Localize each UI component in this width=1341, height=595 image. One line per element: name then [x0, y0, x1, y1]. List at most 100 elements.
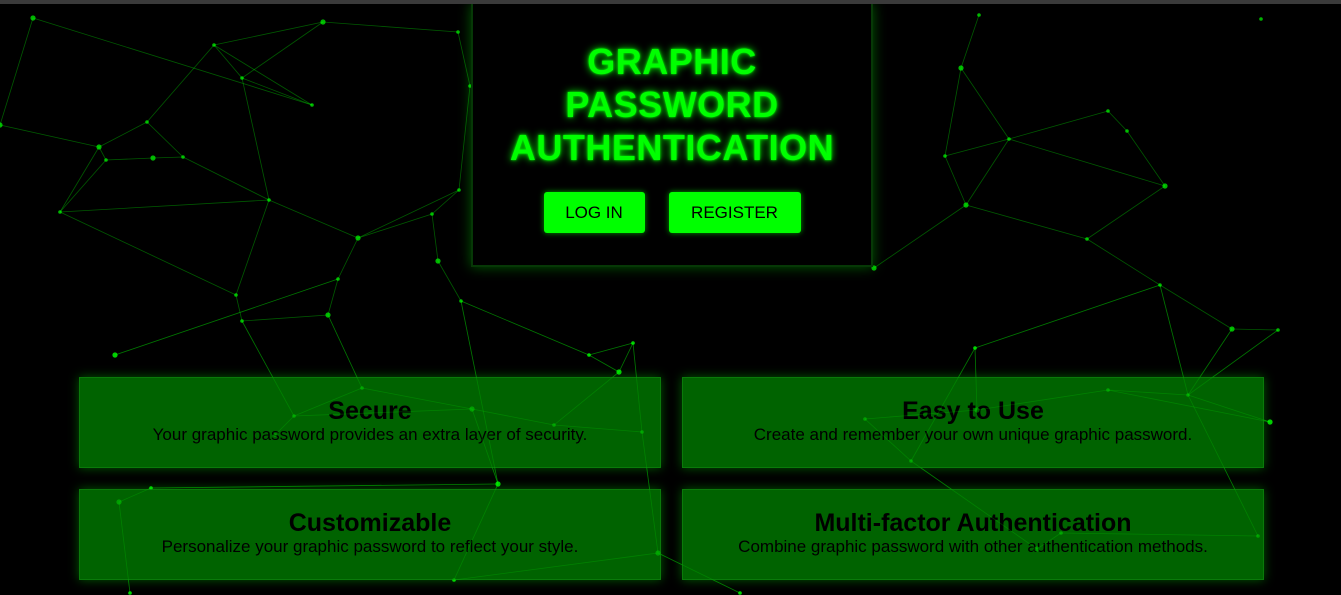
network-link	[873, 204, 967, 269]
network-link	[150, 483, 499, 489]
network-link	[944, 67, 962, 157]
network-link	[1086, 185, 1166, 240]
network-node	[495, 481, 501, 487]
network-node	[96, 144, 102, 150]
feature-title: Easy to Use	[902, 397, 1044, 425]
network-link	[241, 77, 270, 201]
network-node	[30, 15, 36, 21]
register-button[interactable]: REGISTER	[668, 192, 801, 233]
network-link	[965, 204, 1088, 240]
network-node	[240, 319, 244, 323]
network-node	[963, 202, 969, 208]
feature-card-multi-factor: Multi-factor Authentication Combine grap…	[682, 489, 1264, 580]
network-node	[459, 299, 463, 303]
network-node	[1162, 183, 1168, 189]
network-node	[1085, 237, 1089, 241]
network-link	[437, 260, 462, 302]
feature-description: Your graphic password provides an extra …	[152, 425, 588, 444]
network-node	[104, 158, 108, 162]
network-node	[1007, 137, 1011, 141]
network-node	[240, 76, 244, 80]
network-node	[430, 212, 434, 216]
network-link	[960, 14, 980, 69]
page-title: GRAPHIC PASSWORD AUTHENTICATION	[473, 4, 871, 169]
network-link	[1126, 130, 1166, 187]
network-link	[182, 156, 270, 201]
network-link	[944, 155, 967, 206]
network-link	[337, 237, 359, 280]
network-node	[0, 122, 3, 128]
network-link	[235, 294, 243, 322]
feature-card-secure: Secure Your graphic password provides an…	[79, 377, 661, 468]
network-link	[98, 121, 148, 148]
feature-description: Combine graphic password with other auth…	[738, 537, 1208, 556]
network-node	[112, 352, 118, 358]
network-link	[960, 67, 1010, 140]
network-node	[738, 591, 742, 595]
network-link	[1008, 110, 1109, 140]
network-node	[1229, 326, 1235, 332]
network-link	[431, 213, 439, 262]
network-node	[1158, 283, 1162, 287]
network-link	[152, 156, 184, 159]
network-link	[457, 31, 471, 87]
network-link	[235, 199, 270, 296]
network-link	[974, 284, 1161, 349]
network-link	[431, 189, 460, 215]
network-link	[213, 44, 313, 106]
network-link	[322, 21, 459, 33]
network-link	[32, 17, 313, 106]
network-link	[59, 199, 270, 213]
network-node	[1276, 328, 1280, 332]
feature-description: Personalize your graphic password to ref…	[161, 537, 579, 556]
network-node	[355, 235, 361, 241]
network-link	[146, 121, 184, 158]
hero-panel: GRAPHIC PASSWORD AUTHENTICATION LOG IN R…	[471, 4, 873, 267]
feature-title: Customizable	[288, 509, 452, 537]
network-node	[977, 13, 981, 17]
network-link	[59, 159, 107, 213]
network-node	[128, 591, 132, 595]
network-node	[456, 30, 460, 34]
network-link	[460, 300, 590, 356]
network-node	[1106, 109, 1110, 113]
network-link	[0, 124, 100, 148]
network-link	[105, 157, 154, 161]
network-node	[631, 341, 635, 345]
network-node	[457, 188, 461, 192]
network-link	[213, 44, 243, 79]
network-node	[58, 210, 62, 214]
network-node	[310, 103, 314, 107]
network-link	[59, 146, 100, 213]
network-link	[588, 342, 634, 356]
network-node	[943, 154, 947, 158]
feature-title: Multi-factor Authentication	[814, 509, 1132, 537]
auth-buttons: LOG IN REGISTER	[473, 192, 871, 233]
network-link	[1107, 110, 1128, 132]
network-link	[0, 17, 34, 126]
feature-title: Secure	[328, 397, 412, 425]
network-node	[958, 65, 964, 71]
network-node	[336, 277, 340, 281]
title-line-2: PASSWORD	[565, 84, 779, 125]
login-button[interactable]: LOG IN	[543, 192, 645, 233]
network-link	[458, 85, 471, 191]
network-node	[150, 155, 156, 161]
network-node	[325, 312, 331, 318]
network-link	[1008, 138, 1166, 187]
network-node	[435, 258, 441, 264]
network-node	[587, 353, 591, 357]
feature-description: Create and remember your own unique grap…	[753, 425, 1193, 444]
network-link	[268, 199, 359, 239]
network-node	[320, 19, 326, 25]
network-node	[973, 346, 977, 350]
network-link	[1231, 328, 1279, 331]
network-link	[1086, 238, 1161, 286]
network-link	[327, 278, 339, 316]
network-node	[1125, 129, 1129, 133]
feature-card-customizable: Customizable Personalize your graphic pa…	[79, 489, 661, 580]
network-link	[59, 211, 237, 296]
network-node	[267, 198, 271, 202]
network-node	[212, 43, 216, 47]
network-link	[241, 314, 329, 322]
